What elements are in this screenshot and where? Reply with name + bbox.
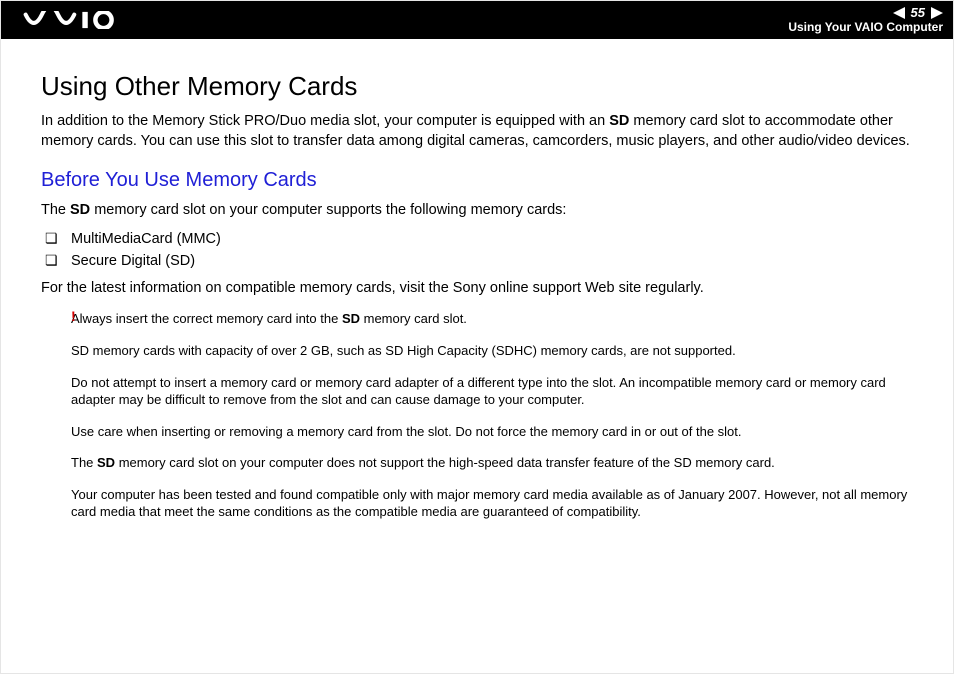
sub-intro-text: The (41, 202, 70, 218)
note-bold: SD (97, 455, 115, 470)
sub-intro-bold-sd: SD (70, 202, 90, 218)
section-label: Using Your VAIO Computer (788, 20, 943, 34)
page-title: Using Other Memory Cards (41, 71, 913, 102)
list-item: Secure Digital (SD) (41, 250, 913, 272)
intro-paragraph: In addition to the Memory Stick PRO/Duo … (41, 112, 913, 151)
header-right: 55 Using Your VAIO Computer (788, 6, 943, 34)
pager: 55 (893, 6, 943, 19)
note-text: Your computer has been tested and found … (71, 487, 907, 520)
note-text: The (71, 455, 97, 470)
subsection-title: Before You Use Memory Cards (41, 169, 913, 192)
note-paragraph: Use care when inserting or removing a me… (71, 423, 913, 441)
latest-info: For the latest information on compatible… (41, 280, 913, 296)
warning-icon: ! (71, 308, 76, 324)
note-text: Do not attempt to insert a memory card o… (71, 375, 886, 408)
content-area: Using Other Memory Cards In addition to … (1, 39, 953, 673)
header-bar: 55 Using Your VAIO Computer (1, 1, 953, 39)
list-item: MultiMediaCard (MMC) (41, 228, 913, 250)
intro-bold-sd: SD (609, 113, 629, 129)
note-text: memory card slot on your computer does n… (115, 455, 775, 470)
warning-block: ! Always insert the correct memory card … (41, 310, 913, 520)
intro-text: In addition to the Memory Stick PRO/Duo … (41, 113, 609, 129)
note-paragraph: SD memory cards with capacity of over 2 … (71, 342, 913, 360)
sub-intro: The SD memory card slot on your computer… (41, 200, 913, 220)
vaio-logo-svg (17, 11, 127, 29)
vaio-logo (17, 11, 127, 29)
note-paragraph: Always insert the correct memory card in… (71, 310, 913, 328)
next-page-icon[interactable] (931, 7, 943, 19)
page-number: 55 (907, 6, 929, 19)
note-paragraph: The SD memory card slot on your computer… (71, 454, 913, 472)
sub-intro-text: memory card slot on your computer suppor… (90, 202, 566, 218)
note-text: SD memory cards with capacity of over 2 … (71, 343, 736, 358)
note-text: Use care when inserting or removing a me… (71, 424, 742, 439)
note-text: Always insert the correct memory card in… (71, 311, 342, 326)
page: 55 Using Your VAIO Computer Using Other … (0, 0, 954, 674)
prev-page-icon[interactable] (893, 7, 905, 19)
note-text: memory card slot. (360, 311, 467, 326)
note-paragraph: Your computer has been tested and found … (71, 486, 913, 521)
note-bold: SD (342, 311, 360, 326)
note-paragraph: Do not attempt to insert a memory card o… (71, 374, 913, 409)
supported-cards-list: MultiMediaCard (MMC) Secure Digital (SD) (41, 228, 913, 272)
